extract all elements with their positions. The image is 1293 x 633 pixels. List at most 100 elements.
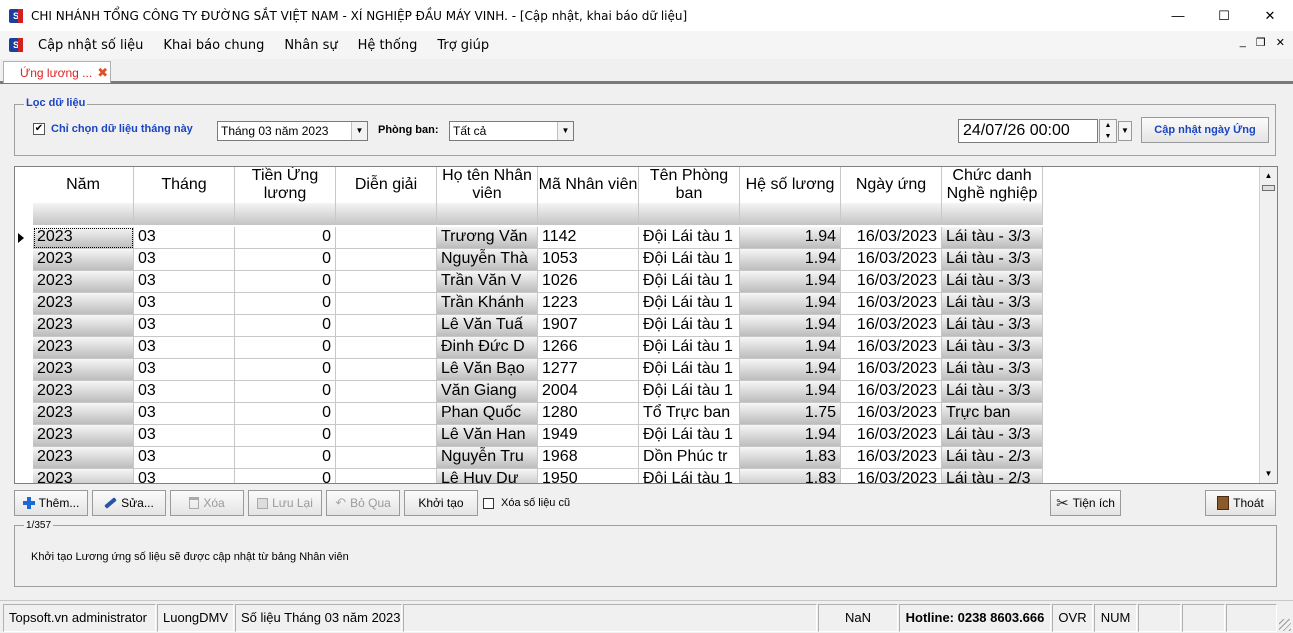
cancel-button[interactable]: ↶ Bỏ Qua	[326, 490, 400, 516]
cell-ho-ten[interactable]: Phan Quốc	[437, 403, 538, 425]
row-indicator[interactable]	[15, 337, 33, 359]
cell-tien-ung-luong[interactable]: 0	[235, 337, 336, 359]
cell-dien-giai[interactable]	[336, 425, 437, 447]
cell-ngay-ung[interactable]: 16/03/2023	[841, 227, 942, 249]
resize-grip-icon[interactable]	[1279, 619, 1291, 631]
cell-thang[interactable]: 03	[134, 381, 235, 403]
mdi-close-button[interactable]: ✕	[1276, 36, 1285, 49]
cell-nam[interactable]: 2023	[33, 271, 134, 293]
cell-ngay-ung[interactable]: 16/03/2023	[841, 469, 942, 483]
cell-ma-nhan-vien[interactable]: 1907	[538, 315, 639, 337]
column-header-ten-phong-ban[interactable]: Tên Phòng ban	[639, 167, 740, 225]
table-row[interactable]: 2023 03 0 Lê Huy Dư 1950 Đội Lái tàu 1 1.83 16/…	[15, 469, 1043, 483]
cell-ma-nhan-vien[interactable]: 1223	[538, 293, 639, 315]
chevron-down-icon[interactable]: ▼	[557, 122, 573, 140]
cell-nam[interactable]: 2023	[33, 249, 134, 271]
cell-dien-giai[interactable]	[336, 447, 437, 469]
cell-ho-ten[interactable]: Văn Giang	[437, 381, 538, 403]
cell-chuc-danh[interactable]: Lái tàu - 3/3	[942, 293, 1043, 315]
advance-date-input[interactable]: 24/07/26 00:00	[958, 119, 1098, 143]
row-indicator[interactable]	[15, 293, 33, 315]
cell-tien-ung-luong[interactable]: 0	[235, 403, 336, 425]
row-indicator[interactable]	[15, 315, 33, 337]
cell-ten-phong-ban[interactable]: Dồn Phúc tr	[639, 447, 740, 469]
cell-dien-giai[interactable]	[336, 315, 437, 337]
date-spinner[interactable]: ▲ ▼	[1099, 119, 1117, 143]
cell-ho-ten[interactable]: Lê Văn Tuấ	[437, 315, 538, 337]
cell-nam[interactable]: 2023	[33, 315, 134, 337]
row-indicator[interactable]	[15, 447, 33, 469]
cell-nam[interactable]: 2023	[33, 381, 134, 403]
column-header-dien-giai[interactable]: Diễn giải	[336, 167, 437, 225]
cell-nam[interactable]: 2023	[33, 227, 134, 249]
cell-he-so-luong[interactable]: 1.75	[740, 403, 841, 425]
cell-nam[interactable]: 2023	[33, 447, 134, 469]
cell-ma-nhan-vien[interactable]: 1142	[538, 227, 639, 249]
cell-ten-phong-ban[interactable]: Đội Lái tàu 1	[639, 381, 740, 403]
menu-nhan-su[interactable]: Nhân sự	[277, 38, 344, 53]
cell-he-so-luong[interactable]: 1.83	[740, 469, 841, 483]
column-header-ho-ten[interactable]: Họ tên Nhân viên	[437, 167, 538, 225]
mdi-minimize-button[interactable]: _	[1240, 36, 1246, 49]
cell-tien-ung-luong[interactable]: 0	[235, 271, 336, 293]
cell-tien-ung-luong[interactable]: 0	[235, 447, 336, 469]
cell-he-so-luong[interactable]: 1.94	[740, 359, 841, 381]
cell-ten-phong-ban[interactable]: Đội Lái tàu 1	[639, 249, 740, 271]
table-row[interactable]: 2023 03 0 Phan Quốc 1280 Tổ Trực ban 1.75 16/03…	[15, 403, 1043, 425]
cell-tien-ung-luong[interactable]: 0	[235, 381, 336, 403]
cell-thang[interactable]: 03	[134, 359, 235, 381]
menu-tro-giup[interactable]: Trợ giúp	[430, 38, 496, 53]
cell-tien-ung-luong[interactable]: 0	[235, 315, 336, 337]
cell-ngay-ung[interactable]: 16/03/2023	[841, 337, 942, 359]
cell-tien-ung-luong[interactable]: 0	[235, 227, 336, 249]
cell-thang[interactable]: 03	[134, 271, 235, 293]
cell-ten-phong-ban[interactable]: Tổ Trực ban	[639, 403, 740, 425]
exit-button[interactable]: Thoát	[1205, 490, 1276, 516]
menu-khai-bao-chung[interactable]: Khai báo chung	[156, 38, 271, 53]
cell-chuc-danh[interactable]: Lái tàu - 3/3	[942, 425, 1043, 447]
close-window-button[interactable]: ✕	[1247, 0, 1293, 31]
cell-ho-ten[interactable]: Trần Văn V	[437, 271, 538, 293]
vertical-scrollbar[interactable]: ▲ ▼	[1259, 167, 1277, 483]
row-indicator[interactable]	[15, 359, 33, 381]
minimize-button[interactable]: —	[1155, 0, 1201, 31]
cell-ten-phong-ban[interactable]: Đội Lái tàu 1	[639, 425, 740, 447]
cell-ma-nhan-vien[interactable]: 1266	[538, 337, 639, 359]
cell-he-so-luong[interactable]: 1.94	[740, 381, 841, 403]
table-row[interactable]: 2023 03 0 Nguyễn Tru 1968 Dồn Phúc tr 1.83 16/0…	[15, 447, 1043, 469]
table-row[interactable]: 2023 03 0 Lê Văn Han 1949 Đội Lái tàu 1 1.94 16…	[15, 425, 1043, 447]
edit-button[interactable]: Sửa...	[92, 490, 166, 516]
column-header-ma-nhan-vien[interactable]: Mã Nhân viên	[538, 167, 639, 225]
cell-ho-ten[interactable]: Nguyễn Tru	[437, 447, 538, 469]
table-row[interactable]: 2023 03 0 Trần Văn V 1026 Đội Lái tàu 1 1.94 16…	[15, 271, 1043, 293]
add-button[interactable]: Thêm...	[14, 490, 88, 516]
cell-tien-ung-luong[interactable]: 0	[235, 359, 336, 381]
cell-ten-phong-ban[interactable]: Đội Lái tàu 1	[639, 293, 740, 315]
mdi-restore-button[interactable]: ❐	[1256, 36, 1266, 49]
cell-chuc-danh[interactable]: Lái tàu - 3/3	[942, 337, 1043, 359]
cell-nam[interactable]: 2023	[33, 469, 134, 483]
spin-up-icon[interactable]: ▲	[1100, 120, 1116, 131]
table-row[interactable]: 2023 03 0 Đinh Đức D 1266 Đội Lái tàu 1 1.94 16…	[15, 337, 1043, 359]
row-indicator[interactable]	[15, 469, 33, 483]
cell-thang[interactable]: 03	[134, 469, 235, 483]
cell-thang[interactable]: 03	[134, 227, 235, 249]
cell-ngay-ung[interactable]: 16/03/2023	[841, 359, 942, 381]
table-row[interactable]: 2023 03 0 Lê Văn Tuấ 1907 Đội Lái tàu 1 1.94 16…	[15, 315, 1043, 337]
init-button[interactable]: Khởi tạo	[404, 490, 478, 516]
cell-he-so-luong[interactable]: 1.83	[740, 447, 841, 469]
cell-chuc-danh[interactable]: Lái tàu - 3/3	[942, 249, 1043, 271]
cell-nam[interactable]: 2023	[33, 293, 134, 315]
cell-ho-ten[interactable]: Lê Văn Han	[437, 425, 538, 447]
data-grid[interactable]: Năm Tháng Tiền Ứng lương Diễn giải Họ tê…	[14, 166, 1278, 484]
cell-thang[interactable]: 03	[134, 425, 235, 447]
menu-cap-nhat-so-lieu[interactable]: Cập nhật số liệu	[31, 38, 150, 53]
cell-ten-phong-ban[interactable]: Đội Lái tàu 1	[639, 359, 740, 381]
cell-thang[interactable]: 03	[134, 293, 235, 315]
utilities-button[interactable]: ✂ Tiện ích	[1050, 490, 1121, 516]
cell-ho-ten[interactable]: Đinh Đức D	[437, 337, 538, 359]
cell-ho-ten[interactable]: Trần Khánh	[437, 293, 538, 315]
scroll-down-icon[interactable]: ▼	[1260, 467, 1277, 481]
cell-chuc-danh[interactable]: Lái tàu - 3/3	[942, 381, 1043, 403]
table-row[interactable]: 2023 03 0 Nguyễn Thà 1053 Đội Lái tàu 1 1.94 16…	[15, 249, 1043, 271]
